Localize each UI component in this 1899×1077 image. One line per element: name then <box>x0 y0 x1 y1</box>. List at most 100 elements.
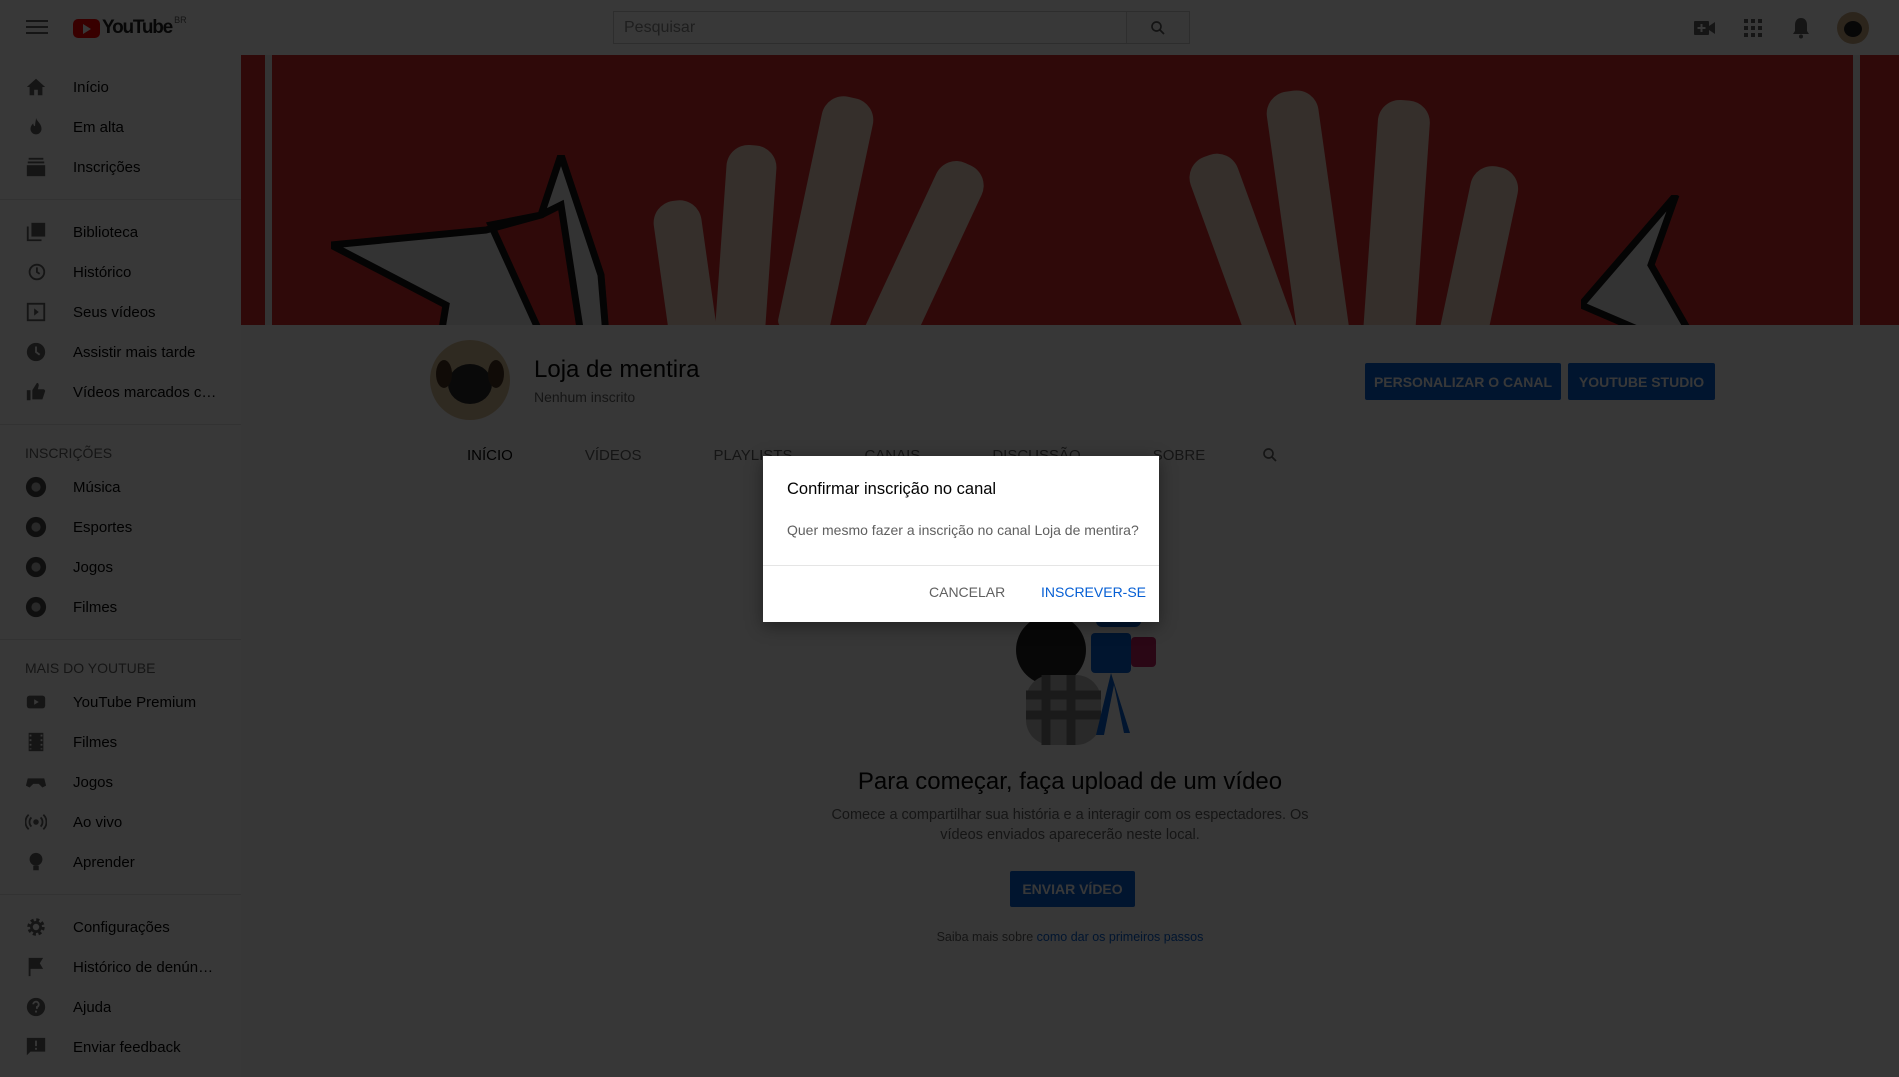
flame-icon <box>24 115 48 139</box>
sidebar-item-filmes[interactable]: Filmes <box>0 587 241 627</box>
movies-channel-icon <box>24 595 48 619</box>
sidebar-item-seus-vídeos[interactable]: Seus vídeos <box>0 292 241 332</box>
sidebar-item-jogos[interactable]: Jogos <box>0 547 241 587</box>
sidebar-item-label: Assistir mais tarde <box>73 343 196 361</box>
create-video-icon[interactable] <box>1693 16 1717 40</box>
sidebar: Início Em alta Inscrições Biblioteca Histór… <box>0 55 241 1077</box>
search-input[interactable] <box>614 12 1126 43</box>
subscriber-count: Nenhum inscrito <box>534 389 636 405</box>
sidebar-item-inscrições[interactable]: Inscrições <box>0 147 241 187</box>
sidebar-item-label: Música <box>73 478 121 496</box>
top-bar: YouTube BR <box>0 0 1899 55</box>
notifications-bell-icon[interactable] <box>1789 16 1813 40</box>
tab-início[interactable]: INÍCIO <box>431 435 549 478</box>
youtube-logo[interactable]: YouTube BR <box>73 15 187 39</box>
sidebar-item-label: Histórico de denúncias <box>73 958 218 976</box>
sidebar-item-label: Enviar feedback <box>73 1038 181 1056</box>
sidebar-item-ajuda[interactable]: Ajuda <box>0 987 241 1027</box>
sidebar-item-assistir-mais-tarde[interactable]: Assistir mais tarde <box>0 332 241 372</box>
confirm-subscription-dialog: Confirmar inscrição no canal Quer mesmo … <box>763 456 1159 622</box>
history-icon <box>24 260 48 284</box>
sidebar-item-biblioteca[interactable]: Biblioteca <box>0 212 241 252</box>
dialog-divider <box>763 565 1159 566</box>
channel-avatar <box>430 340 510 420</box>
customize-channel-button[interactable]: PERSONALIZAR O CANAL <box>1365 363 1561 400</box>
logo-text: YouTube <box>102 17 173 38</box>
sidebar-item-label: Jogos <box>73 558 114 576</box>
creator-illustration <box>1016 615 1156 745</box>
music-channel-icon <box>24 475 48 499</box>
sidebar-item-enviar-feedback[interactable]: Enviar feedback <box>0 1027 241 1067</box>
youtube-studio-button[interactable]: YOUTUBE STUDIO <box>1568 363 1715 400</box>
live-icon <box>24 810 48 834</box>
menu-icon[interactable] <box>24 15 50 39</box>
sidebar-item-histórico-de-denúncias[interactable]: Histórico de denúncias <box>0 947 241 987</box>
sidebar-item-label: Início <box>73 78 109 96</box>
sidebar-item-música[interactable]: Música <box>0 467 241 507</box>
sidebar-item-vídeos-marcados-com-gostei-[interactable]: Vídeos marcados com "Gostei" <box>0 372 241 412</box>
sidebar-item-histórico[interactable]: Histórico <box>0 252 241 292</box>
sidebar-item-filmes[interactable]: Filmes <box>0 722 241 762</box>
upload-video-button[interactable]: ENVIAR VÍDEO <box>1010 871 1135 907</box>
gaming-channel-icon <box>24 555 48 579</box>
sidebar-item-jogos[interactable]: Jogos <box>0 762 241 802</box>
logo-country: BR <box>174 15 187 25</box>
sidebar-item-label: Jogos <box>73 773 114 791</box>
sidebar-item-início[interactable]: Início <box>0 67 241 107</box>
sidebar-item-label: Biblioteca <box>73 223 139 241</box>
sidebar-item-configurações[interactable]: Configurações <box>0 907 241 947</box>
empty-description: Comece a compartilhar sua história e a i… <box>831 807 1309 843</box>
feedback-icon <box>24 1035 48 1059</box>
sidebar-item-label: Filmes <box>73 733 118 751</box>
sports-channel-icon <box>24 515 48 539</box>
sidebar-item-label: Seus vídeos <box>73 303 156 321</box>
help-icon <box>24 995 48 1019</box>
gamepad-icon <box>24 770 48 794</box>
cancel-button[interactable]: CANCELAR <box>929 584 1005 600</box>
sidebar-item-label: Esportes <box>73 518 133 536</box>
sidebar-item-label: Histórico <box>73 263 132 281</box>
flag-icon <box>24 955 48 979</box>
search-icon <box>1151 20 1165 35</box>
channel-name: Loja de mentira <box>534 356 700 383</box>
sidebar-divider <box>0 639 241 640</box>
channel-search-icon[interactable] <box>1241 435 1299 475</box>
sidebar-divider <box>0 424 241 425</box>
search-box <box>613 11 1190 44</box>
lightbulb-icon <box>24 850 48 874</box>
learn-more-prefix: Saiba mais sobre <box>936 930 1037 944</box>
channel-header: Loja de mentira Nenhum inscrito PERSONAL… <box>241 325 1899 478</box>
search-button[interactable] <box>1126 12 1189 43</box>
gear-icon <box>24 915 48 939</box>
sidebar-item-label: Ajuda <box>73 998 112 1016</box>
sidebar-item-em-alta[interactable]: Em alta <box>0 107 241 147</box>
sidebar-item-label: Configurações <box>73 918 170 936</box>
getting-started-link[interactable]: como dar os primeiros passos <box>1037 930 1204 944</box>
more-from-youtube-header: MAIS DO YOUTUBE <box>25 660 156 676</box>
empty-title: Para começar, faça upload de um vídeo <box>857 768 1283 795</box>
sidebar-item-youtube-premium[interactable]: YouTube Premium <box>0 682 241 722</box>
home-icon <box>24 75 48 99</box>
sidebar-item-aprender[interactable]: Aprender <box>0 842 241 882</box>
sidebar-item-ao-vivo[interactable]: Ao vivo <box>0 802 241 842</box>
subscriptions-icon <box>24 155 48 179</box>
library-icon <box>24 220 48 244</box>
sidebar-item-label: Vídeos marcados com "Gostei" <box>73 383 218 401</box>
dialog-title: Confirmar inscrição no canal <box>787 480 997 498</box>
youtube-play-icon <box>73 18 100 38</box>
tab-vídeos[interactable]: VÍDEOS <box>549 435 678 475</box>
sidebar-item-esportes[interactable]: Esportes <box>0 507 241 547</box>
user-avatar[interactable] <box>1837 12 1869 44</box>
sidebar-item-label: YouTube Premium <box>73 693 197 711</box>
dialog-message: Quer mesmo fazer a inscrição no canal Lo… <box>787 522 1139 538</box>
channel-banner <box>241 55 1899 325</box>
apps-grid-icon[interactable] <box>1741 16 1765 40</box>
subscribe-confirm-button[interactable]: INSCREVER-SE <box>1041 584 1146 600</box>
sidebar-divider <box>0 894 241 895</box>
sidebar-item-label: Filmes <box>73 598 118 616</box>
your-videos-icon <box>24 300 48 324</box>
sidebar-divider <box>0 199 241 200</box>
clock-icon <box>24 340 48 364</box>
learn-more-text: Saiba mais sobre como dar os primeiros p… <box>241 930 1899 944</box>
youtube-icon <box>24 690 48 714</box>
